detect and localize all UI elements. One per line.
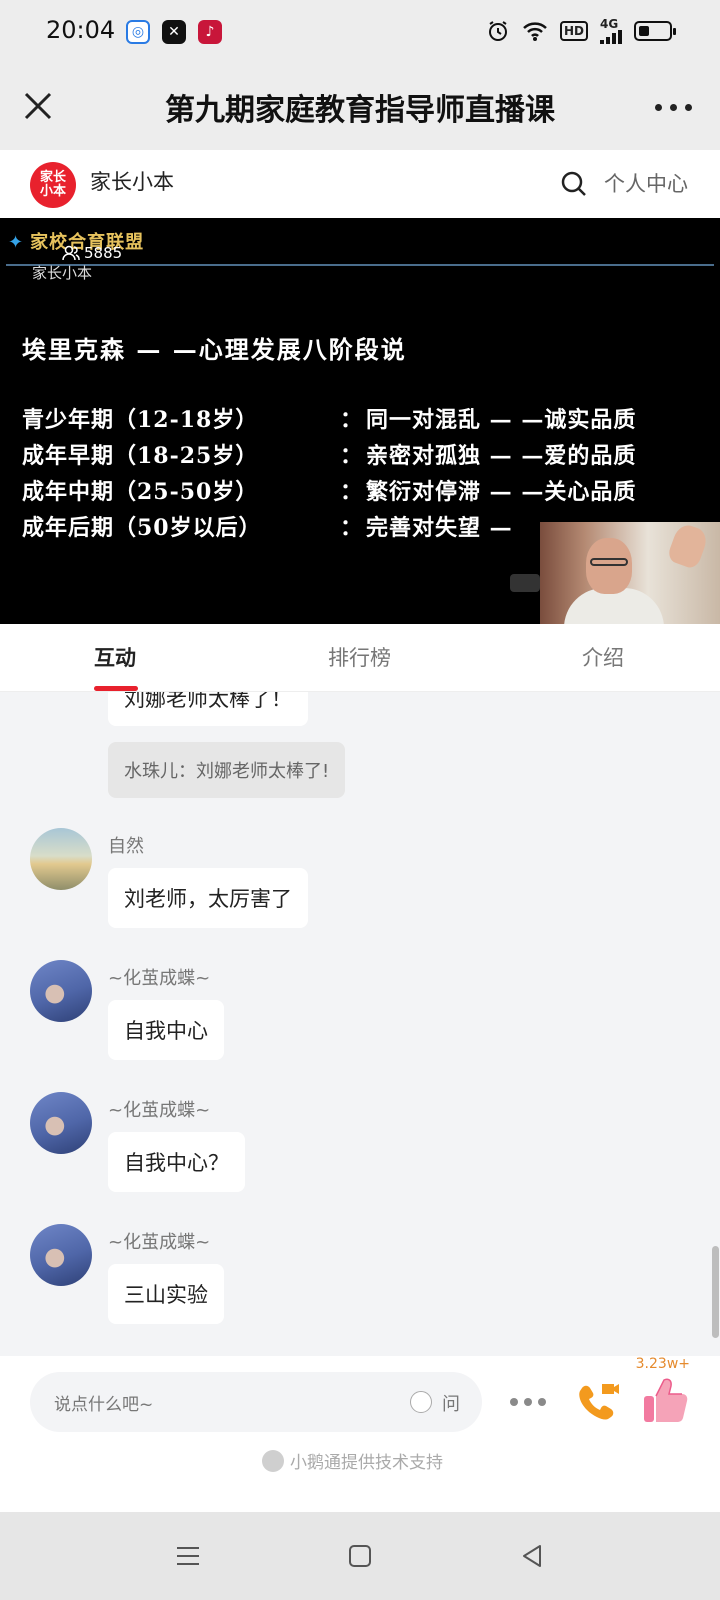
slide-row: 青少年期（12-18岁） ：同一对混乱 — —诚实品质 [22, 402, 636, 438]
presenter-glasses [590, 558, 628, 566]
alarm-icon [486, 19, 510, 43]
network-type: 4G [600, 17, 619, 31]
channel-logo-text: 家长小本 [39, 170, 66, 199]
search-icon[interactable] [560, 170, 588, 202]
slide-sep: ： [340, 407, 364, 433]
slide-desc: 同一对混乱 — —诚实品质 [366, 407, 637, 433]
viewers-icon [62, 245, 80, 261]
chat-scrollbar[interactable] [712, 1246, 719, 1338]
video-divider [6, 264, 714, 266]
presenter-face [586, 538, 632, 594]
menu-icon[interactable] [174, 1542, 202, 1574]
like-thumb-icon[interactable] [642, 1376, 690, 1426]
tiktok-icon: ♪ [198, 20, 222, 44]
user-avatar[interactable] [30, 828, 92, 890]
slide-sep: ： [340, 443, 364, 469]
chat-username: ~化茧成蝶~ [108, 1232, 211, 1253]
viewer-count-value: 5885 [84, 244, 123, 262]
signal-icon: 4G [600, 18, 622, 44]
wifi-icon [522, 20, 548, 42]
like-count: 3.23w+ [635, 1356, 690, 1372]
active-tab-indicator [94, 686, 138, 691]
comment-input[interactable]: 说点什么吧~ 问 [30, 1372, 482, 1432]
more-actions-button[interactable] [510, 1398, 546, 1406]
video-sub-label: 家长小本 [32, 264, 93, 282]
user-avatar[interactable] [30, 1224, 92, 1286]
slide-row: 成年中期（25-50岁） ：繁衍对停滞 — —关心品质 [22, 474, 636, 510]
powered-by-text: 小鹅通提供技术支持 [290, 1453, 443, 1473]
slide-desc: 繁衍对停滞 — —关心品质 [366, 479, 637, 505]
status-bar: 20:04 ◎ ✕ ♪ HD 4G [0, 0, 720, 64]
chat-username: ~化茧成蝶~ [108, 1100, 211, 1121]
profile-link[interactable]: 个人中心 [604, 168, 688, 198]
back-triangle-icon[interactable] [518, 1542, 546, 1574]
xiaoetong-logo-icon [262, 1449, 284, 1472]
quote-bubble: 水珠儿：刘娜老师太棒了! [108, 742, 346, 798]
browser-icon: ◎ [126, 20, 150, 44]
live-video[interactable]: ✦ 家校合育联盟 5885 家长小本 埃里克森 — —心理发展八阶段说 青少年期（… [0, 218, 720, 624]
chat-bubble: 三山实验 [108, 1264, 224, 1324]
slide-sep: ： [340, 479, 364, 505]
user-avatar[interactable] [30, 1092, 92, 1154]
powered-by: 小鹅通提供技术支持 [262, 1448, 443, 1473]
channel-header: 家长小本 家长小本 个人中心 [0, 150, 720, 218]
page-title: 第九期家庭教育指导师直播课 [165, 93, 555, 128]
status-app-icons: ◎ ✕ ♪ [126, 20, 222, 44]
slide-stage: 青少年期（12-18岁） [22, 407, 259, 433]
status-time: 20:04 [46, 16, 116, 44]
system-nav-bar [0, 1512, 720, 1600]
chat-username: 自然 [108, 836, 144, 857]
tab-interaction[interactable]: 互动 [94, 642, 136, 672]
slide-sep: ： [340, 515, 364, 541]
ask-question-radio[interactable] [410, 1391, 432, 1413]
status-right-icons: HD 4G [486, 18, 676, 44]
capcut-icon: ✕ [162, 20, 186, 44]
chat-bubble: 自我中心 [108, 1000, 224, 1060]
chat-list[interactable]: 刘娜老师太棒了！ 水珠儿：刘娜老师太棒了! 自然 刘老师，太厉害了 ~化茧成蝶~… [0, 692, 720, 1356]
bird-logo-icon: ✦ [8, 232, 25, 253]
chat-bubble: 刘娜老师太棒了！ [108, 692, 308, 726]
tab-ranking[interactable]: 排行榜 [328, 642, 391, 672]
user-avatar[interactable] [30, 960, 92, 1022]
tab-intro[interactable]: 介绍 [582, 642, 624, 672]
tab-bar: 互动 排行榜 介绍 [0, 624, 720, 692]
close-icon[interactable] [18, 86, 58, 126]
comment-placeholder: 说点什么吧~ [54, 1395, 154, 1415]
bottom-input-bar: 3.23w+ 说点什么吧~ 问 小鹅通提供技术支持 [0, 1356, 720, 1512]
chat-username: ~化茧成蝶~ [108, 968, 211, 989]
ask-question-label[interactable]: 问 [442, 1390, 460, 1416]
title-bar: 第九期家庭教育指导师直播课 [0, 64, 720, 150]
presenter-hand [666, 522, 710, 571]
viewer-count: 5885 [62, 244, 122, 262]
slide-heading: 埃里克森 — —心理发展八阶段说 [22, 335, 407, 364]
chat-bubble: 刘老师，太厉害了 [108, 868, 308, 928]
battery-icon [634, 21, 676, 41]
hd-icon: HD [559, 21, 588, 41]
slide-desc: 完善对失望 — [366, 515, 513, 541]
presenter-pip-video[interactable] [540, 522, 720, 624]
channel-name[interactable]: 家长小本 [90, 166, 174, 196]
more-options-button[interactable] [655, 104, 692, 111]
slide-stage: 成年中期（25-50岁） [22, 479, 259, 505]
home-square-icon[interactable] [346, 1542, 374, 1574]
chat-bubble: 自我中心？ [108, 1132, 245, 1192]
channel-logo[interactable]: 家长小本 [30, 162, 76, 208]
call-connect-icon[interactable] [574, 1378, 620, 1424]
slide-desc: 亲密对孤独 — —爱的品质 [366, 443, 637, 469]
slide-row: 成年早期（18-25岁） ：亲密对孤独 — —爱的品质 [22, 438, 636, 474]
video-control-pill[interactable] [510, 574, 540, 592]
slide-stage: 成年早期（18-25岁） [22, 443, 259, 469]
slide-stage: 成年后期（50岁以后） [22, 515, 262, 541]
